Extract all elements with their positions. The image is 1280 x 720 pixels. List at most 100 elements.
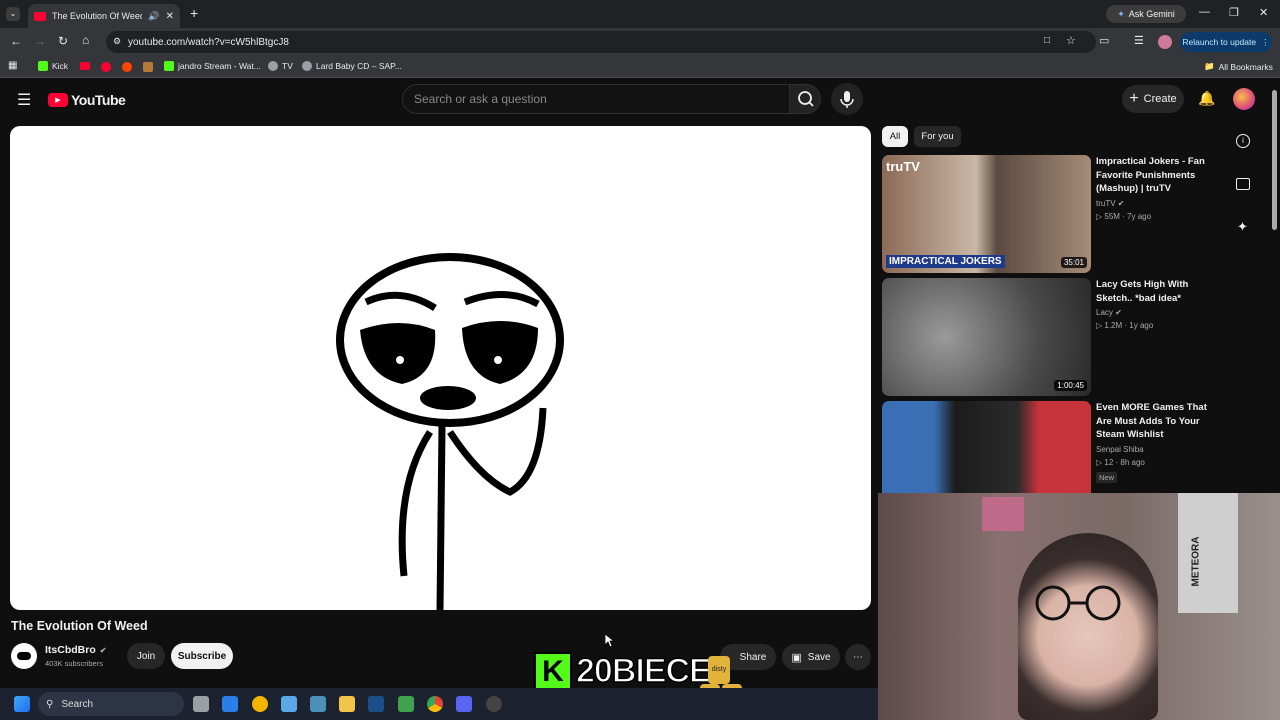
- microphone-icon: [840, 91, 854, 108]
- recommendation-title[interactable]: Impractical Jokers - Fan Favorite Punish…: [1096, 155, 1222, 196]
- game-bookmark-icon[interactable]: [143, 62, 153, 72]
- address-bar[interactable]: ⚙ youtube.com/watch?v=cW5hlBtgcJ8 □ ☆: [106, 31, 1096, 53]
- close-window-icon[interactable]: ✕: [1259, 6, 1268, 19]
- widgets-icon[interactable]: [222, 696, 238, 712]
- subscribe-button[interactable]: Subscribe: [171, 643, 233, 669]
- obs-icon[interactable]: [486, 696, 502, 712]
- hamburger-menu-icon[interactable]: ☰: [17, 90, 31, 110]
- bookmark-lard-baby[interactable]: Lard Baby CD – SAP...: [302, 61, 402, 71]
- chip-label: For you: [921, 131, 954, 142]
- task-view-icon[interactable]: [193, 696, 209, 712]
- scrollbar-thumb[interactable]: [1272, 90, 1277, 230]
- more-menu-icon[interactable]: ⋮: [1261, 37, 1270, 48]
- reddit-bookmark-icon[interactable]: [122, 62, 132, 72]
- glasses-icon: [1035, 585, 1121, 621]
- mouse-cursor-icon: [605, 634, 615, 648]
- recommendation-channel[interactable]: Senpai Shiba: [1096, 445, 1222, 454]
- windows-start-icon[interactable]: [14, 696, 30, 712]
- chrome-icon[interactable]: [427, 696, 443, 712]
- taskbar-search[interactable]: ⚲ Search: [38, 692, 184, 716]
- create-button[interactable]: + Create: [1122, 85, 1184, 113]
- new-tab-button[interactable]: +: [190, 5, 198, 21]
- recommendation-channel[interactable]: truTV ✔: [1096, 199, 1222, 208]
- notifications-bell-icon[interactable]: 🔔: [1198, 90, 1215, 107]
- youtube-bookmark-icon[interactable]: [80, 62, 90, 70]
- recommendation-title[interactable]: Even MORE Games That Are Must Adds To Yo…: [1096, 401, 1222, 442]
- save-button[interactable]: ▣ Save: [782, 644, 840, 670]
- back-icon[interactable]: ←: [10, 34, 22, 48]
- recommendation-channel[interactable]: Lacy ✔: [1096, 308, 1222, 317]
- youtube-logo[interactable]: ▶ YouTube: [48, 92, 126, 108]
- calculator-icon[interactable]: [310, 696, 326, 712]
- install-app-icon[interactable]: □: [1044, 35, 1050, 46]
- relaunch-to-update-button[interactable]: Relaunch to update ⋮: [1180, 32, 1272, 52]
- youtube-music-bookmark-icon[interactable]: [101, 62, 111, 72]
- video-thumbnail[interactable]: truTV IMPRACTICAL JOKERS 35:01: [882, 155, 1091, 273]
- steam-icon[interactable]: [368, 696, 384, 712]
- channel-name[interactable]: ItsCbdBro ✔: [45, 644, 106, 656]
- bookmark-jandro-stream[interactable]: jandro Stream - Wat...: [164, 61, 261, 71]
- info-icon[interactable]: i: [1236, 134, 1250, 148]
- profile-avatar[interactable]: [1158, 35, 1172, 49]
- views: 1.2M: [1104, 321, 1123, 330]
- age: 8h ago: [1120, 457, 1145, 467]
- chip-label: All: [889, 131, 901, 142]
- verified-icon: ✔: [1115, 308, 1122, 317]
- join-label: Join: [136, 650, 156, 662]
- browser-tab[interactable]: The Evolution Of Weed - Yo 🔊 ✕: [28, 4, 180, 28]
- band-poster: METEORA: [1178, 493, 1238, 613]
- can-label: disty: [708, 656, 730, 684]
- extensions-icon[interactable]: ▭: [1099, 34, 1109, 47]
- kick-icon: [164, 61, 174, 71]
- views: 55M: [1104, 211, 1120, 221]
- apps-grid-icon[interactable]: ▦: [8, 60, 17, 71]
- bookmark-kick[interactable]: Kick: [38, 61, 68, 71]
- recommendation-meta: ▷ 55M · 7y ago: [1096, 211, 1152, 221]
- minimize-icon[interactable]: —: [1199, 6, 1210, 18]
- recommendation-item[interactable]: truTV IMPRACTICAL JOKERS 35:01 Impractic…: [882, 155, 1222, 273]
- video-player[interactable]: [10, 126, 871, 610]
- video-thumbnail[interactable]: 1:00:45: [882, 278, 1091, 396]
- site-info-icon[interactable]: ⚙: [113, 36, 121, 47]
- channel-avatar[interactable]: [11, 643, 37, 669]
- join-button[interactable]: Join: [127, 643, 165, 669]
- photos-icon[interactable]: [281, 696, 297, 712]
- tab-close-icon[interactable]: ✕: [166, 11, 174, 22]
- youtube-logo-text: YouTube: [71, 92, 126, 108]
- chat-icon[interactable]: [1236, 178, 1250, 190]
- discord-icon[interactable]: [456, 696, 472, 712]
- restore-icon[interactable]: ❐: [1229, 6, 1239, 19]
- home-icon[interactable]: ⌂: [82, 33, 89, 47]
- bookmark-label: Lard Baby CD – SAP...: [316, 61, 402, 71]
- minecraft-icon[interactable]: [398, 696, 414, 712]
- sparkle-icon[interactable]: ✦: [1237, 219, 1248, 235]
- bookmark-star-icon[interactable]: ☆: [1066, 34, 1076, 47]
- ask-gemini-button[interactable]: ✦ Ask Gemini: [1106, 5, 1186, 23]
- bookmarks-bar: ▦ Kick jandro Stream - Wat... TV Lard Ba…: [0, 56, 1280, 78]
- voice-search-button[interactable]: [831, 83, 863, 115]
- reload-icon[interactable]: ↻: [58, 34, 68, 48]
- all-bookmarks[interactable]: 📁 All Bookmarks: [1204, 61, 1273, 72]
- subscriber-count: 403K subscribers: [45, 659, 103, 668]
- more-dots-icon: ⋯: [853, 651, 863, 663]
- account-avatar[interactable]: [1233, 88, 1255, 110]
- audio-icon[interactable]: 🔊: [148, 11, 159, 22]
- chip-all[interactable]: All: [882, 126, 908, 147]
- gemini-icon: ✦: [1117, 8, 1125, 19]
- forward-icon[interactable]: →: [34, 34, 46, 48]
- file-explorer-icon[interactable]: [339, 696, 355, 712]
- bookmark-label: Kick: [52, 61, 69, 71]
- reading-list-icon[interactable]: ☰: [1134, 34, 1144, 47]
- recommendation-meta: ▷ 1.2M · 1y ago: [1096, 321, 1154, 330]
- stick-figure-drawing: [336, 253, 564, 610]
- search-input[interactable]: Search or ask a question: [402, 84, 790, 114]
- bookmark-tv[interactable]: TV: [268, 61, 293, 71]
- more-actions-button[interactable]: ⋯: [845, 644, 871, 670]
- edge-icon[interactable]: [252, 696, 268, 712]
- tab-search-button[interactable]: ⌄: [6, 7, 20, 21]
- youtube-header: ☰ ▶ YouTube Search or ask a question + C…: [0, 80, 1280, 120]
- recommendation-item[interactable]: 1:00:45 Lacy Gets High With Sketch.. *ba…: [882, 278, 1222, 396]
- recommendation-title[interactable]: Lacy Gets High With Sketch.. *bad idea*: [1096, 278, 1222, 305]
- chip-for-you[interactable]: For you: [914, 126, 961, 147]
- search-button[interactable]: [789, 84, 821, 114]
